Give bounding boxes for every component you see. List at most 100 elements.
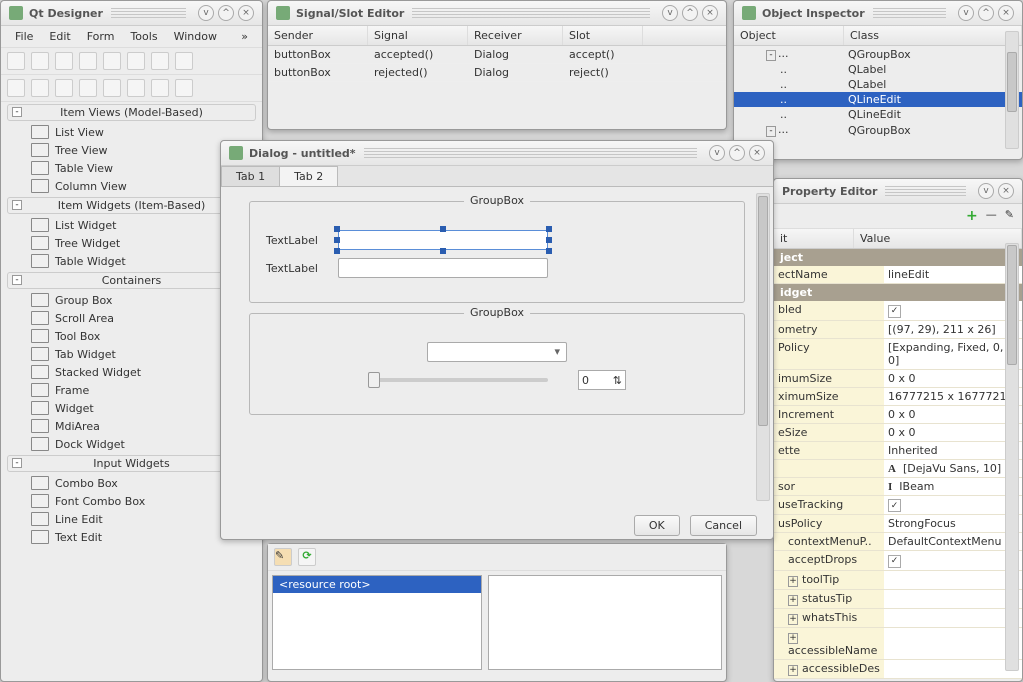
property-row[interactable]: +toolTip [774,571,1022,590]
menu-window[interactable]: Window [166,28,225,45]
resize-handle[interactable] [440,248,446,254]
edit-resources-icon[interactable]: ✎ [274,548,292,566]
layout-split-v-icon[interactable] [127,79,145,97]
col-receiver[interactable]: Receiver [468,26,563,45]
close-button[interactable]: × [998,5,1014,21]
property-row[interactable]: +whatsThis [774,609,1022,628]
resize-handle[interactable] [334,237,340,243]
col-signal[interactable]: Signal [368,26,468,45]
collapse-icon[interactable]: - [12,458,22,468]
layout-horiz-icon[interactable] [7,79,25,97]
minimize-button[interactable]: v [978,183,994,199]
layout-break-icon[interactable] [151,79,169,97]
resize-handle[interactable] [546,226,552,232]
vscrollbar[interactable] [756,193,770,501]
col-sender[interactable]: Sender [268,26,368,45]
widget-category[interactable]: -Item Widgets (Item-Based) [7,197,256,214]
checkbox[interactable]: ✓ [888,499,901,512]
table-row[interactable]: buttonBoxrejected()Dialogreject() [268,64,726,82]
expander-icon[interactable]: - [766,50,776,61]
checkbox[interactable]: ✓ [888,555,901,568]
menu-edit[interactable]: Edit [41,28,78,45]
layout-form-icon[interactable] [79,79,97,97]
menu-tools[interactable]: Tools [122,28,165,45]
tree-row[interactable]: ..QLineEdit [734,92,1022,107]
cancel-button[interactable]: Cancel [690,515,757,536]
widget-category[interactable]: -Item Views (Model-Based) [7,104,256,121]
tool-open-icon[interactable] [31,52,49,70]
resource-view[interactable] [488,575,722,670]
tab-1[interactable]: Tab 1 [221,166,280,186]
property-row[interactable]: imumSize0 x 0 [774,370,1022,388]
resize-handle[interactable] [546,248,552,254]
maximize-button[interactable]: ^ [218,5,234,21]
property-row[interactable]: Increment0 x 0 [774,406,1022,424]
close-button[interactable]: × [702,5,718,21]
close-button[interactable]: × [749,145,765,161]
widget-category[interactable]: -Containers [7,272,256,289]
col-class[interactable]: Class [844,26,1022,45]
resize-handle[interactable] [440,226,446,232]
layout-grid-icon[interactable] [55,79,73,97]
tool-paste-icon[interactable] [175,52,193,70]
reload-icon[interactable]: ⟳ [298,548,316,566]
property-row[interactable]: usPolicyStrongFocus [774,515,1022,533]
property-row[interactable]: useTracking✓ [774,496,1022,516]
line-edit[interactable] [338,258,548,278]
tool-cut-icon[interactable] [127,52,145,70]
resize-handle[interactable] [334,248,340,254]
property-row[interactable]: A [DejaVu Sans, 10] [774,460,1022,478]
expander-icon[interactable]: - [766,126,776,137]
tree-row[interactable]: ..QLineEdit [734,107,1022,122]
tree-row[interactable]: -...QGroupBox [734,122,1022,138]
property-row[interactable]: +accessibleName [774,628,1022,660]
widget-item[interactable]: List View [3,123,260,141]
property-row[interactable]: sorI IBeam [774,478,1022,496]
tree-row[interactable]: ..QLabel [734,62,1022,77]
minimize-button[interactable]: v [662,5,678,21]
maximize-button[interactable]: ^ [729,145,745,161]
widget-category[interactable]: -Input Widgets [7,455,256,472]
property-row[interactable]: contextMenuP..DefaultContextMenu [774,533,1022,551]
property-row[interactable]: acceptDrops✓ [774,551,1022,571]
col-value[interactable]: Value [854,229,1022,248]
resource-tree[interactable]: <resource root> [272,575,482,670]
property-row[interactable]: ectNamelineEdit [774,266,1022,284]
layout-vert-icon[interactable] [31,79,49,97]
property-row[interactable]: Policy[Expanding, Fixed, 0, 0] [774,339,1022,370]
vscrollbar[interactable] [1005,243,1019,671]
menu-form[interactable]: Form [79,28,123,45]
minimize-button[interactable]: v [709,145,725,161]
property-row[interactable]: +accessibleDes [774,660,1022,679]
ok-button[interactable]: OK [634,515,680,536]
col-slot[interactable]: Slot [563,26,643,45]
slider[interactable] [368,378,548,382]
tab-2[interactable]: Tab 2 [279,166,338,186]
layout-adjust-icon[interactable] [175,79,193,97]
tree-row[interactable]: ..QLabel [734,77,1022,92]
table-row[interactable]: buttonBoxaccepted()Dialogaccept() [268,46,726,64]
layout-split-h-icon[interactable] [103,79,121,97]
property-row[interactable]: ximumSize16777215 x 16777215 [774,388,1022,406]
spin-arrows-icon[interactable]: ⇅ [613,374,622,387]
property-row[interactable]: +statusTip [774,590,1022,609]
menu-file[interactable]: File [7,28,41,45]
collapse-icon[interactable]: - [12,275,22,285]
tool-undo-icon[interactable] [79,52,97,70]
spinbox[interactable]: 0⇅ [578,370,626,390]
collapse-icon[interactable]: - [12,107,22,117]
add-property-icon[interactable]: + [966,208,978,224]
tool-save-icon[interactable] [55,52,73,70]
tool-redo-icon[interactable] [103,52,121,70]
collapse-icon[interactable]: - [12,200,22,210]
property-row[interactable]: ometry[(97, 29), 211 x 26] [774,321,1022,339]
maximize-button[interactable]: ^ [682,5,698,21]
slider-knob[interactable] [368,372,380,388]
tree-row[interactable]: -...QGroupBox [734,46,1022,62]
minimize-button[interactable]: v [958,5,974,21]
prop-tool-icon[interactable]: ✎ [1005,208,1014,224]
resize-handle[interactable] [546,237,552,243]
close-button[interactable]: × [238,5,254,21]
property-row[interactable]: etteInherited [774,442,1022,460]
resource-root[interactable]: <resource root> [273,576,481,593]
